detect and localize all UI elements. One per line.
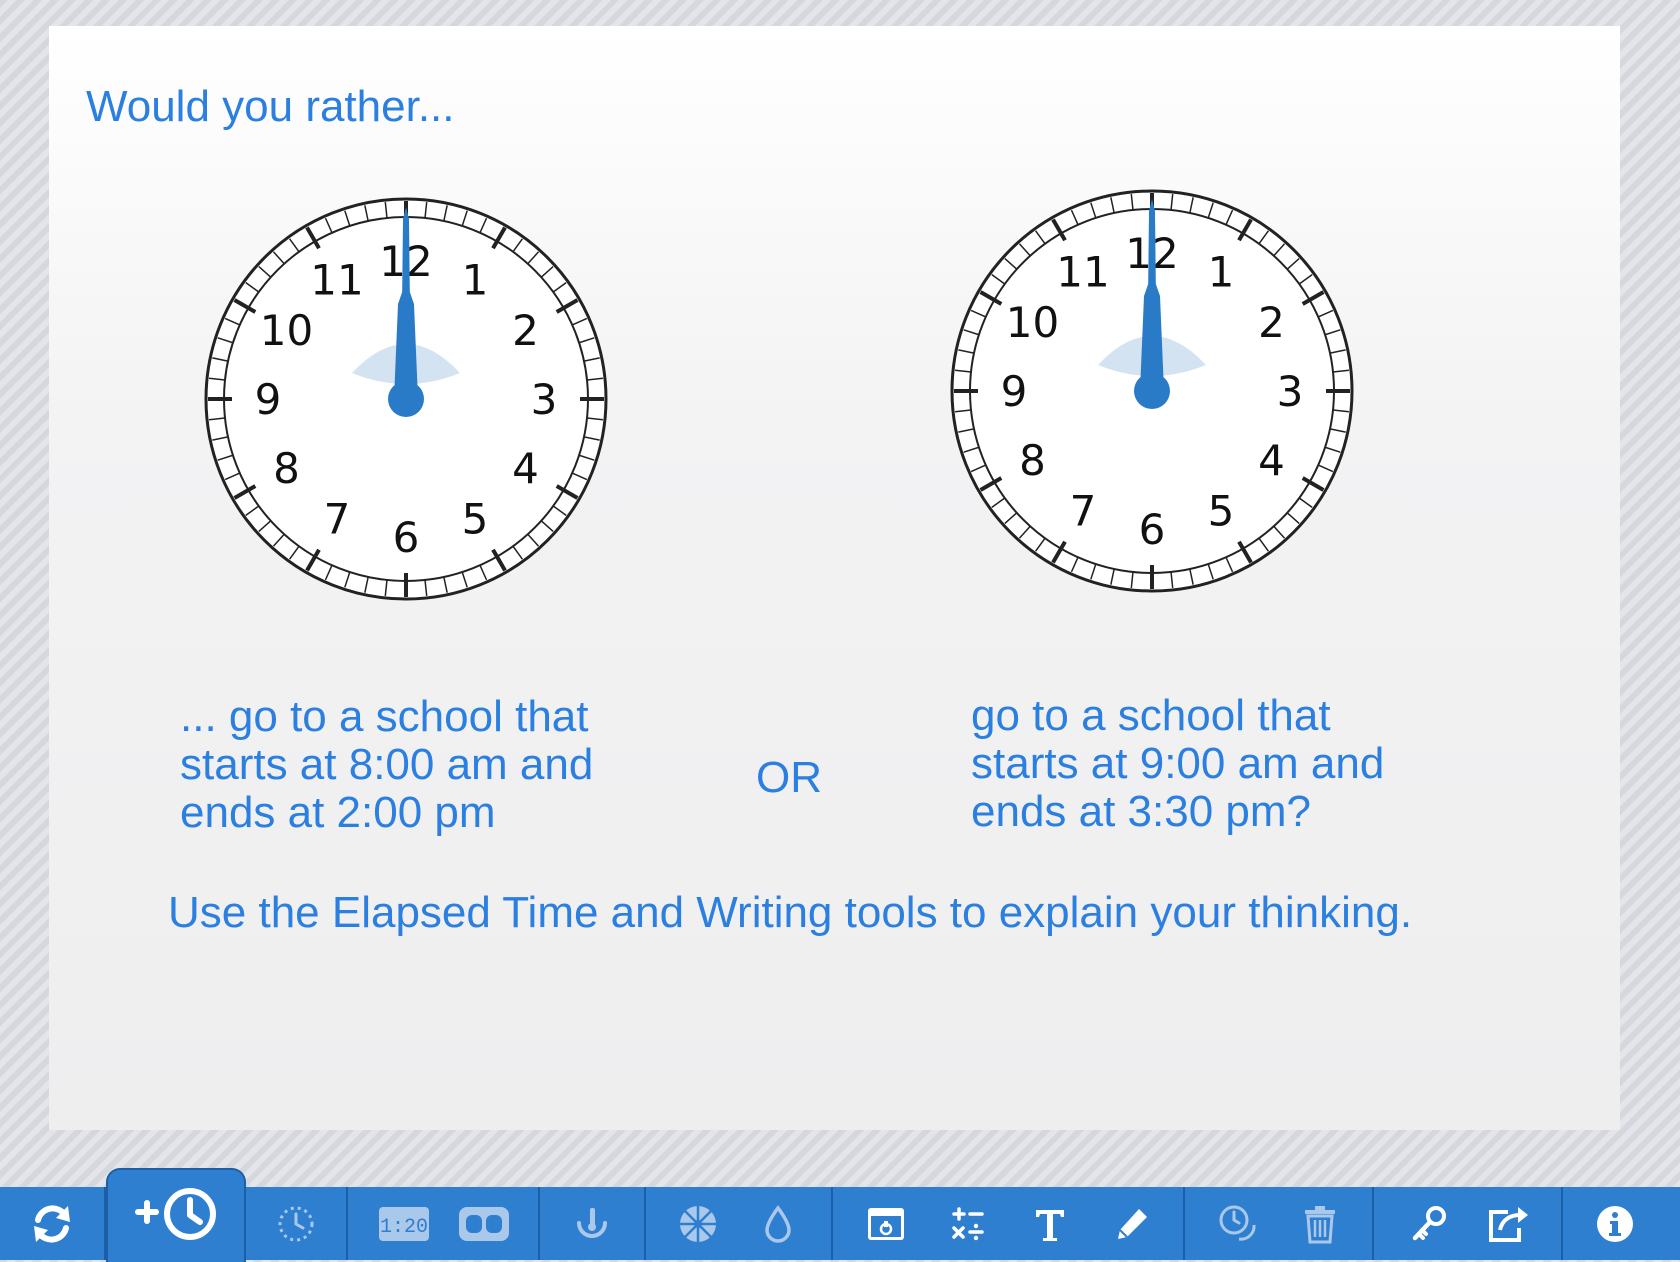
left-option-line: ends at 2:00 pm <box>180 788 496 837</box>
pencil-button[interactable] <box>1102 1187 1162 1260</box>
toggle-display-button[interactable] <box>456 1187 512 1260</box>
center-pin <box>388 381 424 417</box>
clock-numeral: 2 <box>1258 298 1285 347</box>
fill-drop-icon <box>765 1204 791 1243</box>
clock-numeral: 3 <box>1277 367 1304 416</box>
clock-numeral: 11 <box>310 255 363 304</box>
clock-numeral: 6 <box>393 513 420 562</box>
clock-numeral: 9 <box>255 375 282 424</box>
panel-icon <box>868 1207 904 1240</box>
info-button[interactable] <box>1580 1187 1650 1260</box>
activity-canvas[interactable]: Would you rather... 121234567891011 1212… <box>49 26 1620 1130</box>
analog-clock-right[interactable]: 121234567891011 <box>948 187 1356 595</box>
svg-text:1:20: 1:20 <box>380 1216 428 1239</box>
clock-numeral: 8 <box>1019 436 1046 485</box>
color-wheel-button[interactable] <box>660 1187 736 1260</box>
clock-numeral: 3 <box>531 375 558 424</box>
share-icon <box>1489 1206 1528 1242</box>
key-button[interactable] <box>1396 1187 1462 1260</box>
left-option-line: starts at 8:00 am and <box>180 740 594 789</box>
right-option-line: go to a school that <box>971 691 1331 740</box>
color-wheel-icon <box>680 1205 716 1242</box>
text-tool-button[interactable] <box>1020 1187 1080 1260</box>
dotted-clock-icon <box>278 1206 314 1241</box>
clock-numeral: 7 <box>324 495 351 544</box>
share-button[interactable] <box>1475 1187 1541 1260</box>
text-tool-icon <box>1036 1209 1064 1241</box>
pencil-icon <box>1118 1208 1147 1239</box>
clock-numeral: 10 <box>1006 298 1059 347</box>
clock-numeral: 11 <box>1056 247 1109 296</box>
clock-face-right[interactable]: 121234567891011 <box>948 187 1356 595</box>
clock-numeral: 5 <box>1208 487 1235 536</box>
fill-drop-button[interactable] <box>745 1187 811 1260</box>
trash-icon <box>1305 1205 1335 1243</box>
clock-numeral: 1 <box>462 255 489 304</box>
clock-numeral: 7 <box>1070 487 1097 536</box>
activity-title: Would you rather... <box>86 82 455 131</box>
add-clock-icon <box>135 1188 216 1240</box>
center-pin <box>1134 373 1170 409</box>
clock-numeral: 9 <box>1001 367 1028 416</box>
add-clock-button[interactable] <box>106 1168 246 1262</box>
panel-button[interactable] <box>856 1187 916 1260</box>
clock-numeral: 8 <box>273 444 300 493</box>
clock-numeral: 2 <box>512 306 539 355</box>
stopwatch-icon <box>577 1207 607 1238</box>
clock-numeral: 1 <box>1208 247 1235 296</box>
clock-numeral: 5 <box>462 495 489 544</box>
clock-numeral: 10 <box>260 306 313 355</box>
right-option-text: go to a school that starts at 9:00 am an… <box>971 692 1384 836</box>
operations-button[interactable] <box>938 1187 998 1260</box>
refresh-button[interactable] <box>0 1187 104 1260</box>
dotted-clock-button[interactable] <box>246 1187 346 1260</box>
digital-time-button[interactable]: 1:20 <box>376 1187 432 1260</box>
info-icon <box>1597 1205 1633 1242</box>
right-option-line: starts at 9:00 am and <box>971 739 1385 788</box>
elapsed-time-button[interactable] <box>1205 1187 1271 1260</box>
clock-face-left[interactable]: 121234567891011 <box>202 195 610 603</box>
clock-numeral: 4 <box>1258 436 1285 485</box>
trash-button[interactable] <box>1289 1187 1351 1260</box>
clock-numeral: 4 <box>512 444 539 493</box>
analog-clock-left[interactable]: 121234567891011 <box>202 195 610 603</box>
or-label: OR <box>756 753 822 802</box>
instruction-text: Use the Elapsed Time and Writing tools t… <box>168 888 1413 937</box>
bottom-toolbar: 1:20 <box>0 1187 1680 1260</box>
clock-numeral: 6 <box>1139 505 1166 554</box>
key-icon <box>1412 1205 1446 1240</box>
stopwatch-button[interactable] <box>540 1187 644 1260</box>
left-option-line: ... go to a school that <box>180 692 589 741</box>
digital-time-icon: 1:20 <box>379 1206 429 1241</box>
refresh-icon <box>34 1204 70 1243</box>
operations-icon <box>952 1206 984 1240</box>
right-option-line: ends at 3:30 pm? <box>971 787 1312 836</box>
elapsed-time-icon <box>1219 1205 1256 1241</box>
toggle-display-icon <box>459 1206 509 1241</box>
left-option-text: ... go to a school that starts at 8:00 a… <box>180 693 593 837</box>
